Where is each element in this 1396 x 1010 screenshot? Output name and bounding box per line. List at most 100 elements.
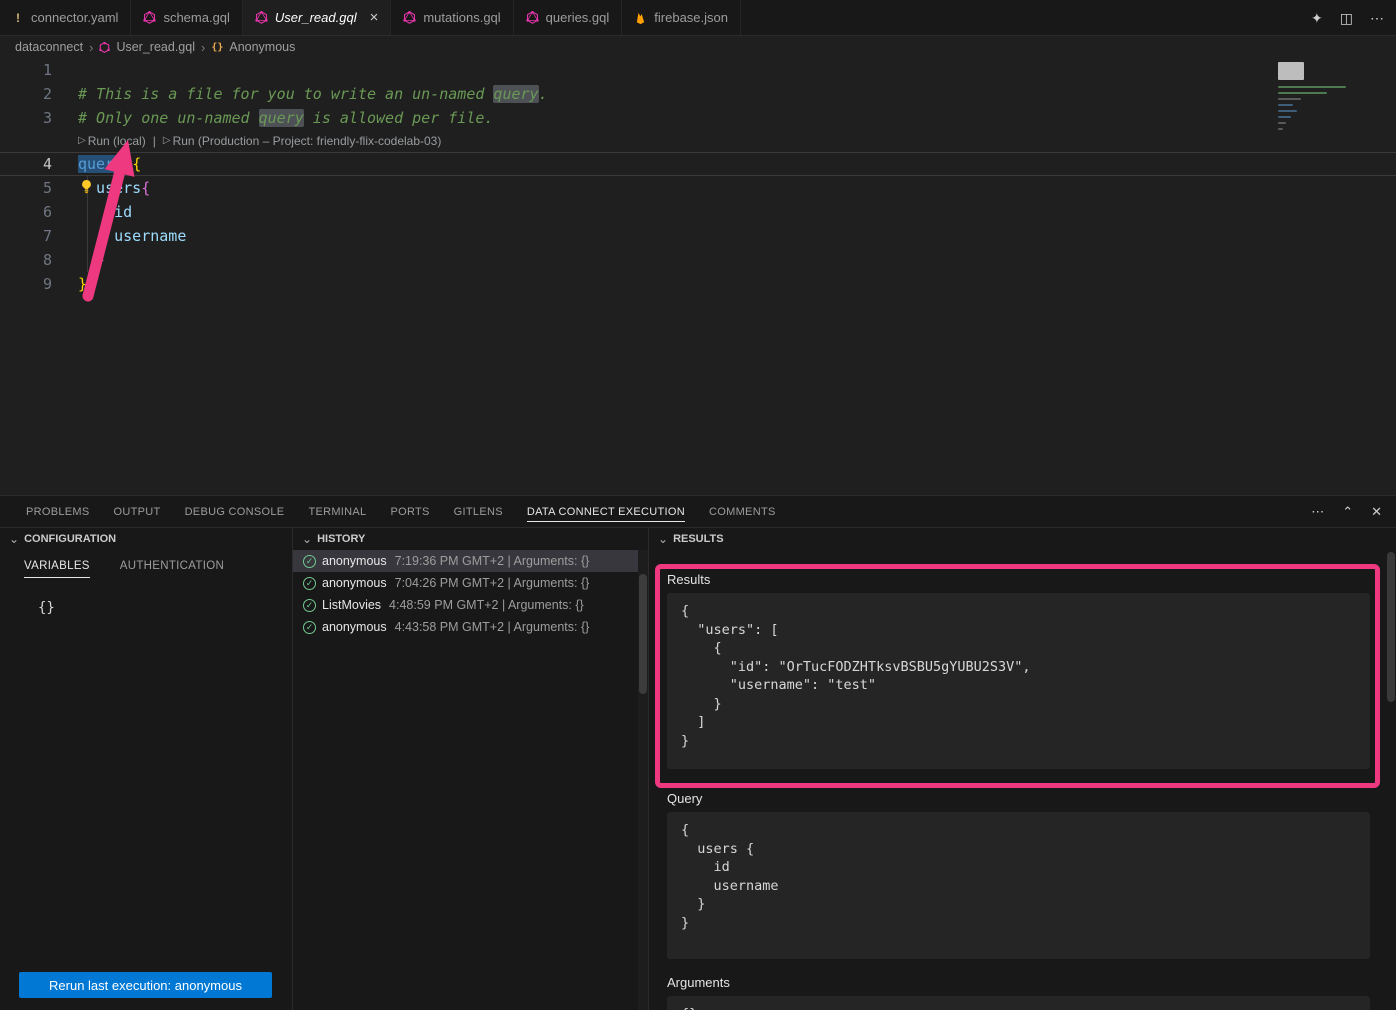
history-item-2[interactable]: ✓ anonymous 7:04:26 PM GMT+2 | Arguments… <box>293 572 648 594</box>
tab-firebase-json[interactable]: firebase.json <box>622 0 741 35</box>
graphql-icon <box>526 11 539 24</box>
code-line-5: 5 users{ <box>0 176 1396 200</box>
code-line-1: 1 <box>0 58 1396 82</box>
variables-value[interactable]: {} <box>38 600 292 616</box>
vscode-window: { "colors": { "annotation_pink": "#ee398… <box>0 0 1396 1010</box>
run-icon: ▷ <box>163 130 171 152</box>
panel-tab-ports[interactable]: PORTS <box>378 496 441 527</box>
breadcrumb: dataconnect › User_read.gql › {} Anonymo… <box>0 36 1396 58</box>
tab-label: connector.yaml <box>31 10 118 25</box>
close-tab-icon[interactable]: × <box>370 10 379 25</box>
tab-queries-gql[interactable]: queries.gql <box>514 0 623 35</box>
lightbulb-icon[interactable] <box>80 179 94 195</box>
minimap-lines <box>1278 86 1384 134</box>
query-label: Query <box>667 791 1370 806</box>
history-item-details: 4:43:58 PM GMT+2 | Arguments: {} <box>395 620 590 634</box>
tab-user-read-gql[interactable]: User_read.gql × <box>243 0 391 35</box>
panel-tab-output[interactable]: OUTPUT <box>102 496 173 527</box>
history-item-1[interactable]: ✓ anonymous 7:19:36 PM GMT+2 | Arguments… <box>293 550 648 572</box>
line-number: 1 <box>0 58 52 82</box>
history-header[interactable]: ⌄ HISTORY <box>293 528 648 550</box>
codelens-separator: | <box>153 130 156 152</box>
breadcrumb-item-file[interactable]: User_read.gql <box>116 40 195 54</box>
panel-maximize-icon[interactable]: ⌃ <box>1342 504 1353 520</box>
history-item-details: 7:19:36 PM GMT+2 | Arguments: {} <box>395 554 590 568</box>
tab-authentication[interactable]: AUTHENTICATION <box>120 560 224 578</box>
panel-tab-bar: PROBLEMS OUTPUT DEBUG CONSOLE TERMINAL P… <box>0 496 1396 527</box>
history-item-name: anonymous <box>322 576 387 590</box>
success-check-icon: ✓ <box>303 577 316 590</box>
history-scrollbar[interactable] <box>638 550 648 1010</box>
chevron-down-icon: ⌄ <box>658 533 668 545</box>
code-line-6: 6 id <box>0 200 1396 224</box>
bottom-panel: PROBLEMS OUTPUT DEBUG CONSOLE TERMINAL P… <box>0 495 1396 1010</box>
configuration-header[interactable]: ⌄ CONFIGURATION <box>0 528 292 550</box>
copilot-sparkle-icon[interactable]: ✦ <box>1311 10 1323 27</box>
line-number: 9 <box>0 272 52 296</box>
panel-tab-problems[interactable]: PROBLEMS <box>14 496 102 527</box>
panel-close-icon[interactable]: ✕ <box>1371 504 1382 520</box>
code-line-9: 9 } <box>0 272 1396 296</box>
line-number: 7 <box>0 224 52 248</box>
arguments-block: {} <box>667 996 1370 1010</box>
firebase-icon <box>634 11 647 25</box>
run-production-button[interactable]: ▷Run (Production – Project: friendly-fli… <box>163 130 442 152</box>
success-check-icon: ✓ <box>303 599 316 612</box>
line-number: 3 <box>0 106 52 130</box>
tab-mutations-gql[interactable]: mutations.gql <box>391 0 513 35</box>
editor-actions: ✦ ◫ ⋯ <box>1311 0 1384 36</box>
history-section: ⌄ HISTORY ✓ anonymous 7:19:36 PM GMT+2 |… <box>293 528 648 1010</box>
anonymous-symbol-icon: {} <box>211 42 223 53</box>
tab-label: schema.gql <box>163 10 229 25</box>
run-icon: ▷ <box>78 130 86 152</box>
panel-tab-terminal[interactable]: TERMINAL <box>296 496 378 527</box>
panel-tab-debug-console[interactable]: DEBUG CONSOLE <box>173 496 297 527</box>
configuration-section: ⌄ CONFIGURATION VARIABLES AUTHENTICATION… <box>0 528 293 1010</box>
code-editor[interactable]: 1 2 # This is a file for you to write an… <box>0 58 1396 495</box>
panel-tab-gitlens[interactable]: GITLENS <box>442 496 515 527</box>
history-item-name: anonymous <box>322 554 387 568</box>
line-number: 2 <box>0 82 52 106</box>
more-actions-icon[interactable]: ⋯ <box>1370 10 1384 27</box>
line-number: 6 <box>0 200 52 224</box>
history-item-4[interactable]: ✓ anonymous 4:43:58 PM GMT+2 | Arguments… <box>293 616 648 638</box>
rerun-last-execution-button[interactable]: Rerun last execution: anonymous <box>19 972 272 998</box>
tab-variables[interactable]: VARIABLES <box>24 560 90 578</box>
history-item-details: 7:04:26 PM GMT+2 | Arguments: {} <box>395 576 590 590</box>
results-section: ⌄ RESULTS Results { "users": [ { "id": "… <box>648 528 1396 1010</box>
codelens-row: ▷Run (local) | ▷Run (Production – Projec… <box>0 130 1396 152</box>
minimap[interactable] <box>1276 60 1388 156</box>
graphql-icon <box>99 42 110 53</box>
results-json-block: { "users": [ { "id": "OrTucFODZHTksvBSBU… <box>667 593 1370 769</box>
minimap-thumbnail <box>1278 62 1304 80</box>
run-local-button[interactable]: ▷Run (local) <box>78 130 146 152</box>
graphql-icon <box>255 11 268 24</box>
success-check-icon: ✓ <box>303 621 316 634</box>
breadcrumb-item-dataconnect[interactable]: dataconnect <box>15 40 83 54</box>
results-scrollbar[interactable] <box>1386 550 1396 1010</box>
tab-connector-yaml[interactable]: ! connector.yaml <box>0 0 131 35</box>
panel-actions: ⋯ ⌃ ✕ <box>1311 504 1396 520</box>
line-number: 4 <box>0 152 52 176</box>
tab-schema-gql[interactable]: schema.gql <box>131 0 242 35</box>
history-item-3[interactable]: ✓ ListMovies 4:48:59 PM GMT+2 | Argument… <box>293 594 648 616</box>
code-line-3: 3 # Only one un-named query is allowed p… <box>0 106 1396 130</box>
results-body: Results { "users": [ { "id": "OrTucFODZH… <box>649 550 1396 1010</box>
split-editor-icon[interactable]: ◫ <box>1340 10 1353 27</box>
arguments-label: Arguments <box>667 975 1370 990</box>
tab-label: queries.gql <box>546 10 610 25</box>
code-line-8: 8 } <box>0 248 1396 272</box>
breadcrumb-item-anonymous[interactable]: Anonymous <box>229 40 295 54</box>
query-block: { users { id username } } <box>667 812 1370 959</box>
panel-tab-data-connect-execution[interactable]: DATA CONNECT EXECUTION <box>515 496 697 527</box>
history-item-name: anonymous <box>322 620 387 634</box>
breadcrumb-separator: › <box>89 40 93 55</box>
word-highlight: query <box>493 85 538 103</box>
results-header[interactable]: ⌄ RESULTS <box>649 528 1396 550</box>
panel-more-icon[interactable]: ⋯ <box>1311 504 1324 520</box>
breadcrumb-separator: › <box>201 40 205 55</box>
history-item-name: ListMovies <box>322 598 381 612</box>
selected-word-query: query <box>78 155 123 173</box>
chevron-down-icon: ⌄ <box>302 533 312 545</box>
panel-tab-comments[interactable]: COMMENTS <box>697 496 788 527</box>
